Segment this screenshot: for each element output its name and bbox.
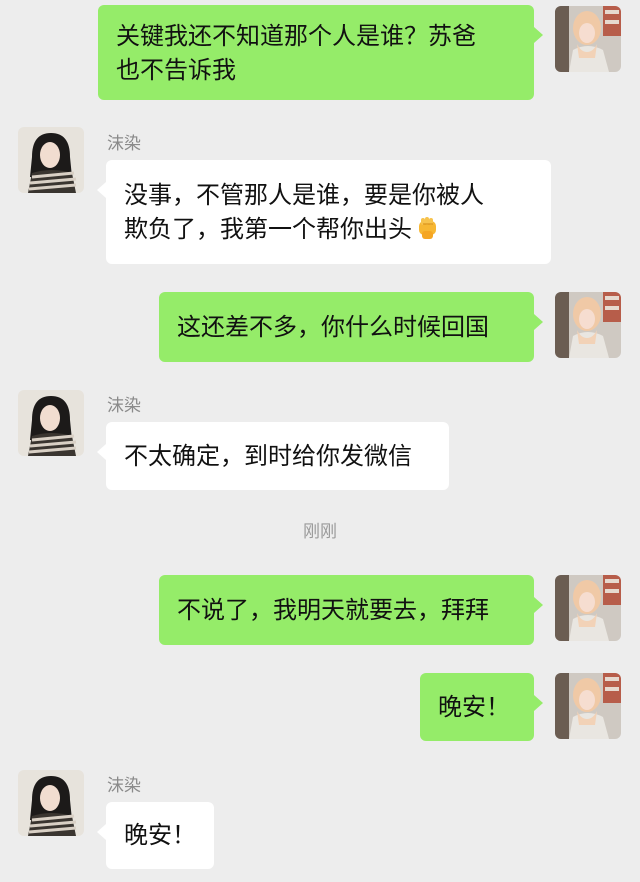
message-line: 欺负了，我第一个帮你出头 xyxy=(124,212,533,246)
contact-avatar[interactable] xyxy=(18,770,84,836)
outgoing-message-bubble[interactable]: 这还差不多，你什么时候回国 xyxy=(159,292,543,362)
my-avatar[interactable] xyxy=(555,575,621,641)
chat-window: 关键我还不知道那个人是谁？苏爸 也不告诉我 沫染 没事，不管那人是谁，要是你被人 xyxy=(0,0,640,882)
avatar-dark-hair-girl-image xyxy=(18,127,84,193)
message-text: 也不告诉我 xyxy=(116,56,236,84)
my-avatar[interactable] xyxy=(555,673,621,739)
contact-name: 沫染 xyxy=(107,776,141,796)
contact-name: 沫染 xyxy=(107,396,141,416)
incoming-message-bubble[interactable]: 没事，不管那人是谁，要是你被人 欺负了，我第一个帮你出头 xyxy=(97,160,551,264)
avatar-blonde-girl-image xyxy=(555,292,621,358)
contact-avatar[interactable] xyxy=(18,127,84,193)
outgoing-message-bubble[interactable]: 晚安！ xyxy=(420,673,543,741)
message-text: 这还差不多，你什么时候回国 xyxy=(177,313,489,341)
avatar-blonde-girl-image xyxy=(555,6,621,72)
incoming-message-bubble[interactable]: 晚安！ xyxy=(97,802,214,869)
message-text: 不说了，我明天就要去，拜拜 xyxy=(177,596,489,624)
my-avatar[interactable] xyxy=(555,6,621,72)
message-text: 欺负了，我第一个帮你出头 xyxy=(124,215,412,243)
outgoing-message-bubble[interactable]: 不说了，我明天就要去，拜拜 xyxy=(159,575,543,645)
message-timestamp: 刚刚 xyxy=(303,522,337,542)
message-text: 没事，不管那人是谁，要是你被人 xyxy=(124,181,484,209)
contact-avatar[interactable] xyxy=(18,390,84,456)
avatar-dark-hair-girl-image xyxy=(18,770,84,836)
outgoing-message-bubble[interactable]: 关键我还不知道那个人是谁？苏爸 也不告诉我 xyxy=(98,5,543,100)
message-text: 晚安！ xyxy=(438,693,510,721)
contact-name: 沫染 xyxy=(107,134,141,154)
avatar-blonde-girl-image xyxy=(555,673,621,739)
fist-icon xyxy=(419,217,436,239)
my-avatar[interactable] xyxy=(555,292,621,358)
message-text: 不太确定，到时给你发微信 xyxy=(124,442,412,470)
message-text: 关键我还不知道那个人是谁？苏爸 xyxy=(116,22,476,50)
incoming-message-bubble[interactable]: 不太确定，到时给你发微信 xyxy=(97,422,449,490)
avatar-blonde-girl-image xyxy=(555,575,621,641)
avatar-dark-hair-girl-image xyxy=(18,390,84,456)
message-text: 晚安！ xyxy=(124,821,196,849)
